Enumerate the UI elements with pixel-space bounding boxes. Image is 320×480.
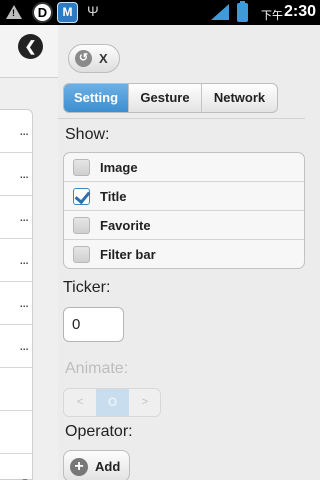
signal-icon	[211, 4, 229, 20]
animate-increment-button[interactable]: >	[129, 389, 160, 416]
close-button[interactable]: ↺ X	[68, 44, 120, 73]
background-list: ... ... ... ... ... ... 5	[0, 109, 33, 480]
usb-icon: Ψ	[87, 3, 99, 19]
animate-stepper[interactable]: < O >	[63, 388, 161, 417]
favorite-checkbox[interactable]	[73, 217, 90, 234]
back-button[interactable]: ❮	[18, 34, 43, 59]
background-list-pane: ❮ ... ... ... ... ... ... 5	[0, 25, 58, 480]
list-item[interactable]	[0, 368, 32, 411]
show-options-list: Image Title Favorite Filter bar	[63, 152, 305, 269]
segmented-tabs: Setting Gesture Network	[63, 83, 278, 113]
list-item[interactable]: ...	[0, 153, 32, 196]
status-ampm: 下午	[261, 10, 283, 22]
list-item[interactable]: 5	[0, 454, 32, 480]
animate-heading: Animate:	[65, 360, 129, 377]
plus-icon: +	[70, 458, 88, 476]
option-label: Filter bar	[100, 247, 156, 262]
add-operator-button[interactable]: + Add	[63, 450, 130, 480]
warning-icon: !	[6, 5, 22, 19]
settings-panel: ↺ X Setting Gesture Network Show: Image …	[58, 25, 320, 480]
tab-setting[interactable]: Setting	[64, 84, 129, 112]
close-circle-icon: ↺	[75, 50, 92, 67]
status-bar: ! D M Ψ 下午 2:30	[0, 0, 320, 25]
operator-heading: Operator:	[65, 423, 133, 440]
option-label: Title	[100, 189, 127, 204]
tab-network[interactable]: Network	[202, 84, 277, 112]
image-checkbox[interactable]	[73, 159, 90, 176]
list-item[interactable]: ...	[0, 196, 32, 239]
show-option-title[interactable]: Title	[64, 182, 304, 211]
show-heading: Show:	[65, 126, 110, 143]
animate-decrement-button[interactable]: <	[64, 389, 96, 416]
show-option-favorite[interactable]: Favorite	[64, 211, 304, 240]
ticker-heading: Ticker:	[63, 279, 111, 296]
show-option-filter-bar[interactable]: Filter bar	[64, 240, 304, 268]
background-toolbar: ❮	[0, 25, 58, 78]
list-item[interactable]	[0, 411, 32, 454]
list-item[interactable]: ...	[0, 282, 32, 325]
close-label: X	[99, 51, 108, 66]
divider	[58, 118, 305, 119]
status-time: 2:30	[284, 3, 317, 20]
list-item[interactable]: ...	[0, 325, 32, 368]
option-label: Image	[100, 160, 138, 175]
tab-gesture[interactable]: Gesture	[129, 84, 202, 112]
animate-value: O	[96, 389, 129, 416]
filter-bar-checkbox[interactable]	[73, 246, 90, 263]
option-label: Favorite	[100, 218, 151, 233]
ticker-input[interactable]: 0	[63, 307, 124, 342]
add-label: Add	[95, 459, 121, 474]
list-item[interactable]: ...	[0, 239, 32, 282]
show-option-image[interactable]: Image	[64, 153, 304, 182]
app-notification-icon-2: M	[57, 2, 78, 23]
title-checkbox[interactable]	[73, 188, 90, 205]
list-item[interactable]: ...	[0, 110, 32, 153]
battery-icon	[237, 1, 248, 22]
app-notification-icon: D	[32, 2, 53, 23]
